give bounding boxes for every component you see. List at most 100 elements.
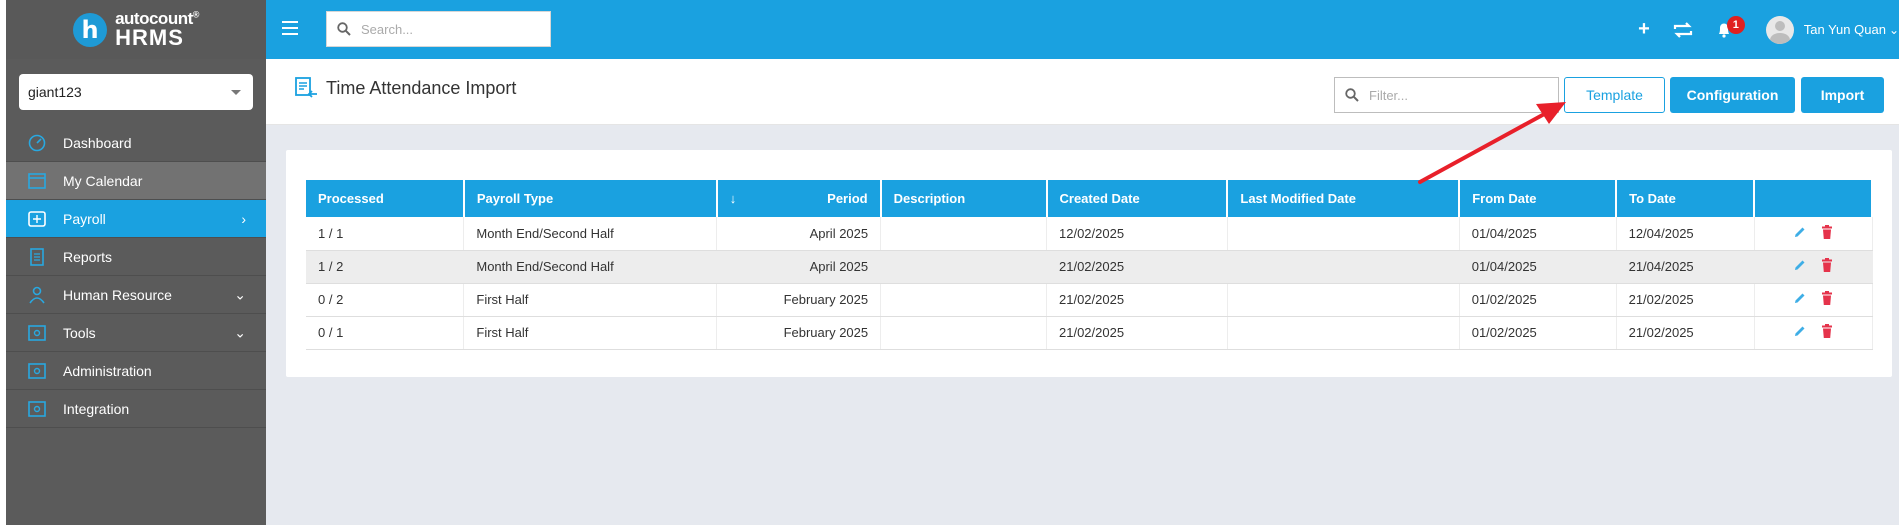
sidebar-item-my-calendar[interactable]: My Calendar: [6, 162, 266, 200]
company-select-value: giant123: [28, 84, 82, 100]
cell-actions: [1754, 316, 1873, 350]
cell-actions: [1754, 283, 1873, 317]
configuration-button[interactable]: Configuration: [1670, 77, 1795, 113]
chevron-down-icon: ⌄: [1888, 22, 1899, 37]
delete-icon[interactable]: [1821, 291, 1833, 308]
sidebar-item-payroll[interactable]: Payroll ›: [6, 200, 266, 238]
sidebar-item-label: Dashboard: [63, 134, 132, 151]
table-row[interactable]: 1 / 1 Month End/Second Half April 2025 1…: [306, 217, 1873, 251]
cell-period: February 2025: [716, 283, 882, 317]
reports-icon: [27, 247, 47, 266]
refresh-icon[interactable]: [1672, 21, 1694, 39]
add-icon[interactable]: +: [1638, 18, 1650, 41]
top-actions: + 1 Tan Yun Quan ⌄: [1638, 0, 1899, 59]
sidebar-nav: Dashboard My Calendar Payroll › Reports: [6, 124, 266, 428]
sidebar-item-reports[interactable]: Reports: [6, 238, 266, 276]
column-header-last-modified-date[interactable]: Last Modified Date: [1227, 180, 1461, 217]
calendar-icon: [27, 172, 47, 190]
edit-icon[interactable]: [1793, 291, 1807, 308]
cell-period: February 2025: [716, 316, 882, 350]
cell-description: [880, 316, 1047, 350]
cell-last-modified-date: [1227, 283, 1460, 317]
cell-last-modified-date: [1227, 316, 1460, 350]
logo-mark-icon: h: [73, 12, 108, 47]
table-row[interactable]: 0 / 1 First Half February 2025 21/02/202…: [306, 316, 1873, 350]
sidebar: h autocount® HRMS giant123 Dashboard My …: [6, 0, 266, 525]
sidebar-item-human-resource[interactable]: Human Resource ⌄: [6, 276, 266, 314]
time-attendance-import-icon: [295, 77, 317, 98]
column-header-period[interactable]: ↓ Period: [716, 180, 882, 217]
logo-product: HRMS: [115, 25, 184, 50]
menu-toggle-icon[interactable]: [282, 21, 298, 35]
sidebar-item-integration[interactable]: Integration: [6, 390, 266, 428]
search-input[interactable]: [361, 21, 541, 37]
table-row[interactable]: 1 / 2 Month End/Second Half April 2025 2…: [306, 250, 1873, 284]
cell-created-date: 21/02/2025: [1046, 316, 1228, 350]
table-card: Processed Payroll Type ↓ Period Descript…: [286, 150, 1892, 377]
cell-processed: 0 / 2: [306, 283, 465, 317]
cell-processed: 1 / 1: [306, 217, 465, 251]
chevron-down-icon: ⌄: [234, 286, 246, 302]
cell-to-date: 21/02/2025: [1616, 283, 1755, 317]
dashboard-icon: [27, 134, 47, 152]
user-menu[interactable]: Tan Yun Quan ⌄: [1765, 15, 1899, 44]
delete-icon[interactable]: [1821, 324, 1833, 341]
table-row[interactable]: 0 / 2 First Half February 2025 21/02/202…: [306, 283, 1873, 317]
cell-payroll-type: Month End/Second Half: [463, 217, 718, 251]
column-header-processed[interactable]: Processed: [306, 180, 465, 217]
delete-icon[interactable]: [1821, 224, 1833, 242]
cell-actions: [1754, 250, 1873, 284]
cell-period: April 2025: [716, 250, 882, 284]
cell-from-date: 01/02/2025: [1459, 283, 1617, 317]
column-header-payroll-type[interactable]: Payroll Type: [463, 180, 718, 217]
global-search[interactable]: [326, 11, 551, 47]
main-content: Processed Payroll Type ↓ Period Descript…: [266, 125, 1899, 525]
notifications-button[interactable]: 1: [1716, 15, 1745, 38]
column-header-description[interactable]: Description: [880, 180, 1048, 217]
chevron-down-icon: ⌄: [234, 324, 246, 340]
cell-to-date: 12/04/2025: [1616, 217, 1755, 251]
avatar: [1765, 15, 1794, 44]
column-header-to-date[interactable]: To Date: [1616, 180, 1755, 217]
column-header-created-date[interactable]: Created Date: [1046, 180, 1229, 217]
sidebar-item-label: Human Resource: [63, 286, 172, 303]
sidebar-item-tools[interactable]: Tools ⌄: [6, 314, 266, 352]
cell-payroll-type: First Half: [463, 283, 718, 317]
edit-icon[interactable]: [1793, 258, 1807, 275]
template-button[interactable]: Template: [1564, 77, 1665, 113]
app-logo[interactable]: h autocount® HRMS: [6, 0, 266, 59]
cell-description: [880, 217, 1047, 251]
sidebar-item-label: Tools: [63, 324, 96, 341]
tools-icon: [27, 324, 47, 342]
page-title: Time Attendance Import: [326, 77, 517, 98]
import-button[interactable]: Import: [1801, 77, 1884, 113]
edit-icon[interactable]: [1793, 324, 1807, 341]
cell-to-date: 21/02/2025: [1616, 316, 1755, 350]
cell-payroll-type: First Half: [463, 316, 718, 350]
table-header-row: Processed Payroll Type ↓ Period Descript…: [306, 180, 1873, 217]
delete-icon[interactable]: [1821, 258, 1833, 275]
top-bar: + 1 Tan Yun Quan ⌄: [266, 0, 1899, 59]
page-header: Time Attendance Import Template Configur…: [266, 59, 1899, 125]
sidebar-item-dashboard[interactable]: Dashboard: [6, 124, 266, 162]
filter-input[interactable]: [1369, 87, 1549, 103]
cell-from-date: 01/02/2025: [1459, 316, 1617, 350]
sidebar-item-label: Payroll: [63, 210, 106, 227]
sidebar-item-administration[interactable]: Administration: [6, 352, 266, 390]
user-name: Tan Yun Quan: [1803, 22, 1886, 37]
cell-created-date: 12/02/2025: [1046, 217, 1228, 251]
sort-icon: ↓: [729, 191, 737, 206]
sidebar-item-label: Reports: [63, 248, 113, 265]
filter-box[interactable]: [1334, 77, 1559, 113]
cell-from-date: 01/04/2025: [1459, 217, 1617, 251]
cell-last-modified-date: [1227, 250, 1460, 284]
cell-processed: 1 / 2: [306, 250, 465, 284]
cell-processed: 0 / 1: [306, 316, 465, 350]
search-icon: [337, 22, 351, 36]
chevron-right-icon: ›: [241, 210, 246, 227]
sidebar-item-label: Integration: [63, 400, 130, 417]
column-header-from-date[interactable]: From Date: [1459, 180, 1618, 217]
cell-actions: [1754, 217, 1873, 251]
company-select[interactable]: giant123: [19, 74, 253, 110]
edit-icon[interactable]: [1793, 225, 1807, 242]
